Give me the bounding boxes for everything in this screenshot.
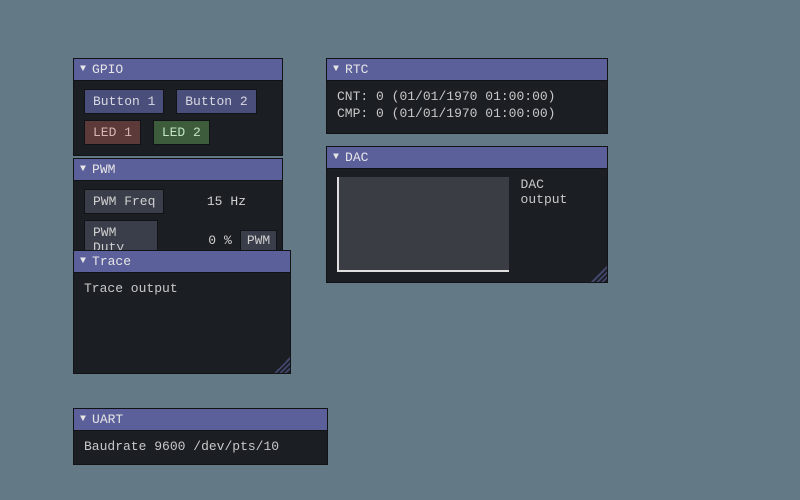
trace-body: Trace output (74, 273, 290, 373)
rtc-body: CNT: 0 (01/01/1970 01:00:00) CMP: 0 (01/… (327, 81, 607, 133)
uart-baud-value[interactable]: 9600 (154, 439, 185, 454)
collapse-icon: ▼ (333, 153, 339, 163)
led-2: LED 2 (153, 120, 210, 145)
gpio-button-2[interactable]: Button 2 (176, 89, 256, 114)
rtc-cnt-value: 0 (376, 89, 384, 104)
dac-header[interactable]: ▼ DAC (327, 147, 607, 169)
gpio-body: Button 1 Button 2 LED 1 LED 2 (74, 81, 282, 155)
rtc-cmp-timestamp: (01/01/1970 01:00:00) (392, 106, 556, 121)
pwm-duty-unit: % (224, 233, 232, 248)
rtc-cmp-label: CMP: (337, 106, 368, 121)
collapse-icon: ▼ (80, 415, 86, 425)
collapse-icon: ▼ (80, 165, 86, 175)
uart-panel: ▼ UART Baudrate 9600 /dev/pts/10 (73, 408, 328, 465)
pwm-title: PWM (92, 162, 115, 177)
rtc-cmp-row: CMP: 0 (01/01/1970 01:00:00) (337, 106, 597, 121)
trace-header[interactable]: ▼ Trace (74, 251, 290, 273)
pwm-freq-label: PWM Freq (84, 189, 164, 214)
gpio-button-1[interactable]: Button 1 (84, 89, 164, 114)
gpio-header[interactable]: ▼ GPIO (74, 59, 282, 81)
uart-baud-label: Baudrate (84, 439, 146, 454)
dac-plot (337, 177, 509, 272)
pwm-duty-value[interactable]: 0 (166, 233, 216, 248)
rtc-cmp-value: 0 (376, 106, 384, 121)
rtc-header[interactable]: ▼ RTC (327, 59, 607, 81)
dac-title: DAC (345, 150, 368, 165)
rtc-cnt-timestamp: (01/01/1970 01:00:00) (392, 89, 556, 104)
gpio-title: GPIO (92, 62, 123, 77)
resize-grip[interactable] (274, 357, 290, 373)
rtc-title: RTC (345, 62, 368, 77)
rtc-cnt-row: CNT: 0 (01/01/1970 01:00:00) (337, 89, 597, 104)
led-1: LED 1 (84, 120, 141, 145)
trace-title: Trace (92, 254, 131, 269)
trace-panel: ▼ Trace Trace output (73, 250, 291, 374)
pwm-freq-value[interactable]: 15 (172, 194, 222, 209)
collapse-icon: ▼ (333, 65, 339, 75)
uart-title: UART (92, 412, 123, 427)
collapse-icon: ▼ (80, 65, 86, 75)
dac-body: DAC output (327, 169, 607, 282)
pwm-freq-unit: Hz (230, 194, 246, 209)
resize-grip[interactable] (591, 266, 607, 282)
rtc-cnt-label: CNT: (337, 89, 368, 104)
dac-panel: ▼ DAC DAC output (326, 146, 608, 283)
collapse-icon: ▼ (80, 257, 86, 267)
uart-header[interactable]: ▼ UART (74, 409, 327, 431)
pwm-header[interactable]: ▼ PWM (74, 159, 282, 181)
trace-output: Trace output (84, 281, 280, 296)
pwm-toggle-button[interactable]: PWM (240, 230, 277, 251)
dac-output-label: DAC output (521, 177, 597, 207)
gpio-panel: ▼ GPIO Button 1 Button 2 LED 1 LED 2 (73, 58, 283, 156)
uart-device: /dev/pts/10 (193, 439, 279, 454)
rtc-panel: ▼ RTC CNT: 0 (01/01/1970 01:00:00) CMP: … (326, 58, 608, 134)
uart-body: Baudrate 9600 /dev/pts/10 (74, 431, 327, 464)
